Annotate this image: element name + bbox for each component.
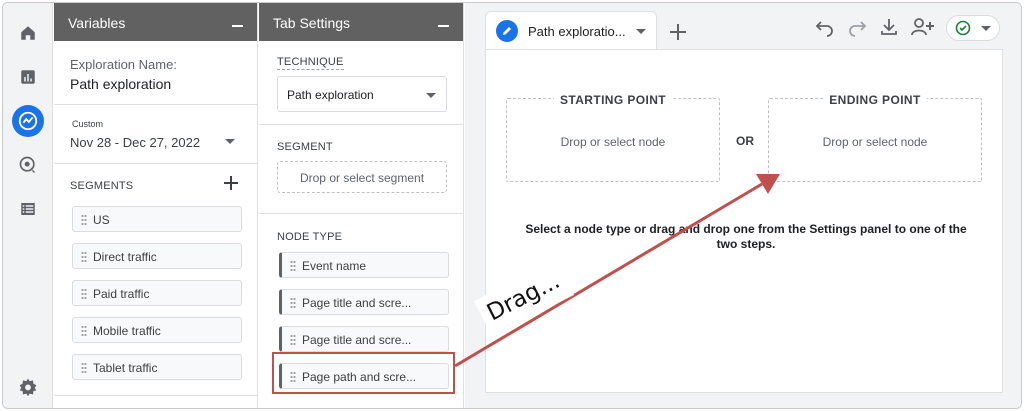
drag-handle-icon bbox=[81, 362, 87, 374]
tab-menu-caret-icon[interactable] bbox=[636, 29, 646, 34]
node-type-chip[interactable]: Page title and scre... bbox=[279, 326, 449, 352]
node-type-chip[interactable]: Page title and scre... bbox=[279, 289, 449, 315]
collapse-tab-settings-icon[interactable] bbox=[438, 25, 449, 27]
home-icon[interactable] bbox=[12, 17, 44, 49]
date-range-selector[interactable]: Nov 28 - Dec 27, 2022 bbox=[70, 134, 240, 154]
divider bbox=[54, 395, 257, 396]
starting-point-title: STARTING POINT bbox=[553, 93, 673, 107]
add-segment-plus-icon[interactable] bbox=[223, 175, 239, 191]
segment-chip-label: US bbox=[93, 213, 110, 227]
segment-chip[interactable]: Paid traffic bbox=[72, 280, 242, 306]
left-nav-rail bbox=[3, 3, 53, 408]
variables-panel-header: Variables bbox=[54, 3, 257, 41]
ending-point-drop-zone[interactable]: ENDING POINT Drop or select node bbox=[768, 93, 982, 182]
drag-handle-icon bbox=[81, 251, 87, 263]
chevron-down-icon bbox=[426, 93, 436, 98]
explore-icon[interactable] bbox=[12, 105, 44, 137]
divider bbox=[259, 124, 463, 125]
node-type-label: Page title and scre... bbox=[302, 296, 412, 310]
starting-point-drop-zone[interactable]: STARTING POINT Drop or select node bbox=[506, 93, 720, 182]
segment-chip-label: Mobile traffic bbox=[93, 324, 161, 338]
chevron-down-icon bbox=[225, 139, 235, 144]
highlight-box-page-path bbox=[272, 352, 455, 394]
node-type-label: Page title and scre... bbox=[302, 333, 412, 347]
ending-point-title: ENDING POINT bbox=[823, 93, 927, 107]
divider bbox=[54, 163, 257, 164]
divider bbox=[54, 104, 257, 105]
tab-label: Path exploratio... bbox=[528, 24, 626, 39]
node-type-label: Event name bbox=[302, 259, 367, 273]
drag-handle-icon bbox=[290, 260, 296, 272]
drag-handle-icon bbox=[81, 214, 87, 226]
tab-settings-panel: Tab Settings TECHNIQUE Path exploration … bbox=[259, 3, 464, 408]
technique-heading: TECHNIQUE bbox=[277, 56, 344, 70]
tab-settings-header: Tab Settings bbox=[259, 3, 463, 41]
date-range-text: Nov 28 - Dec 27, 2022 bbox=[70, 135, 201, 150]
configure-icon[interactable] bbox=[12, 193, 44, 225]
segment-drop-zone[interactable]: Drop or select segment bbox=[277, 161, 447, 193]
segment-chip[interactable]: Direct traffic bbox=[72, 243, 242, 269]
pencil-edit-icon[interactable] bbox=[496, 20, 518, 42]
node-type-heading: NODE TYPE bbox=[277, 231, 343, 243]
exploration-canvas: Path exploratio... STARTING POINT Drop o… bbox=[465, 3, 1021, 408]
drag-handle-icon bbox=[81, 325, 87, 337]
settings-gear-icon[interactable] bbox=[12, 371, 44, 403]
node-type-chip[interactable]: Event name bbox=[279, 252, 449, 278]
technique-select[interactable]: Path exploration bbox=[277, 76, 447, 112]
collapse-variables-icon[interactable] bbox=[232, 25, 243, 27]
segment-chip[interactable]: US bbox=[72, 206, 242, 232]
segment-chip[interactable]: Tablet traffic bbox=[72, 354, 242, 380]
exploration-name-label: Exploration Name: bbox=[70, 57, 177, 72]
segments-heading: SEGMENTS bbox=[70, 180, 134, 192]
or-label: OR bbox=[736, 134, 754, 148]
segment-chip-label: Direct traffic bbox=[93, 250, 157, 264]
undo-icon[interactable] bbox=[815, 17, 835, 37]
drag-handle-icon bbox=[290, 297, 296, 309]
variables-panel: Variables Exploration Name: Path explora… bbox=[54, 3, 258, 408]
variables-panel-title: Variables bbox=[68, 15, 126, 31]
advertising-icon[interactable] bbox=[12, 149, 44, 181]
path-canvas-card: STARTING POINT Drop or select node OR EN… bbox=[485, 49, 1003, 393]
segment-chip-label: Paid traffic bbox=[93, 287, 150, 301]
segment-heading: SEGMENT bbox=[277, 141, 333, 153]
status-check-menu[interactable] bbox=[946, 15, 1000, 41]
divider bbox=[259, 213, 463, 214]
reports-icon[interactable] bbox=[12, 61, 44, 93]
tab-path-exploration[interactable]: Path exploratio... bbox=[485, 11, 657, 49]
add-tab-plus-icon[interactable] bbox=[661, 15, 695, 49]
drag-handle-icon bbox=[81, 288, 87, 300]
instruction-text: Select a node type or drag and drop one … bbox=[525, 222, 967, 251]
download-icon[interactable] bbox=[879, 17, 899, 37]
app-window: Variables Exploration Name: Path explora… bbox=[2, 2, 1022, 409]
segment-chip[interactable]: Mobile traffic bbox=[72, 317, 242, 343]
redo-icon[interactable] bbox=[847, 17, 867, 37]
segment-chip-label: Tablet traffic bbox=[93, 361, 158, 375]
exploration-name-field[interactable]: Path exploration bbox=[70, 76, 171, 92]
ending-point-drop-text: Drop or select node bbox=[822, 135, 928, 149]
share-user-icon[interactable] bbox=[911, 17, 935, 37]
date-custom-badge: Custom bbox=[72, 119, 104, 129]
check-status-icon bbox=[955, 20, 971, 36]
drag-handle-icon bbox=[290, 334, 296, 346]
technique-select-value: Path exploration bbox=[287, 88, 374, 102]
starting-point-drop-text: Drop or select node bbox=[560, 135, 666, 149]
tab-settings-title: Tab Settings bbox=[273, 15, 351, 31]
chevron-down-icon bbox=[981, 26, 991, 31]
